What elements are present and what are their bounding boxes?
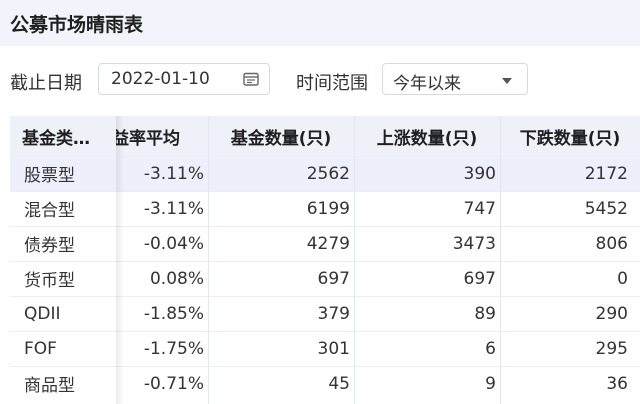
column-divider [500,116,501,404]
cell-fall-count: 295 [595,338,628,359]
column-divider [208,116,209,404]
column-divider [354,116,355,404]
table-row[interactable]: 债券型 -0.04% 4279 3473 806 [10,226,640,261]
cell-fall-count: 36 [606,373,628,394]
page-title: 公募市场晴雨表 [10,13,144,36]
table-row[interactable]: 货币型 0.08% 697 697 0 [10,261,640,296]
cell-fund-type: 商品型 [24,376,75,396]
column-header-rise-count[interactable]: 上涨数量(只) [354,116,500,156]
cell-fund-count: 379 [317,303,350,324]
cell-rise-count: 9 [485,373,496,394]
cell-rise-count: 6 [485,338,496,359]
row-divider [10,366,640,367]
row-divider [10,156,640,157]
cell-fund-type: 货币型 [24,271,75,291]
table-row[interactable]: FOF -1.75% 301 6 295 [10,331,640,366]
date-picker[interactable]: 2022-01-10 [98,63,270,95]
table-row[interactable]: QDII -1.85% 379 89 290 [10,296,640,331]
cell-rise-count: 89 [474,303,496,324]
date-label: 截止日期 [10,73,82,94]
cell-fund-count: 45 [328,373,350,394]
table-row[interactable]: 混合型 -3.11% 6199 747 5452 [10,191,640,226]
filter-bar: 截止日期 2022-01-10 时间范围 今年以来 [0,60,640,100]
row-divider [10,191,640,192]
cell-fund-count: 2562 [306,163,350,184]
cell-avg-return: -1.75% [143,338,204,359]
cell-fund-type: 股票型 [24,166,75,186]
time-range-select[interactable]: 今年以来 [382,63,528,95]
time-range-value: 今年以来 [393,74,461,94]
cell-rise-count: 3473 [452,233,496,254]
cell-rise-count: 697 [463,268,496,289]
row-divider [10,226,640,227]
cell-fund-count: 301 [317,338,350,359]
cell-fund-count: 697 [317,268,350,289]
cell-avg-return: -3.11% [143,163,204,184]
cell-fall-count: 2172 [584,163,628,184]
cell-fund-count: 4279 [306,233,350,254]
date-value: 2022-01-10 [111,69,210,89]
cell-rise-count: 390 [463,163,496,184]
cell-fund-count: 6199 [306,198,350,219]
cell-fund-type: QDII [24,303,61,324]
cell-avg-return: -1.85% [143,303,204,324]
range-label: 时间范围 [296,73,368,94]
cell-fund-type: 债券型 [24,236,75,256]
cell-fund-type: 混合型 [24,201,75,221]
row-divider [10,331,640,332]
row-divider [10,261,640,262]
table-header-row: 基金类… 益率平均 基金数量(只) 上涨数量(只) 下跌数量(只) [10,116,640,156]
cell-fall-count: 806 [595,233,628,254]
column-header-fall-count[interactable]: 下跌数量(只) [500,116,640,156]
column-header-fund-count[interactable]: 基金数量(只) [208,116,354,156]
frozen-column-shadow [116,116,124,404]
table-row[interactable]: 股票型 -3.11% 2562 390 2172 [10,156,640,191]
cell-avg-return: -3.11% [143,198,204,219]
cell-avg-return: -0.71% [143,373,204,394]
table-row[interactable]: 商品型 -0.71% 45 9 36 [10,366,640,401]
cell-rise-count: 747 [463,198,496,219]
cell-fall-count: 0 [617,268,628,289]
cell-fund-type: FOF [24,338,57,359]
column-header-fund-type[interactable]: 基金类… [10,116,116,156]
calendar-icon [243,72,259,86]
cell-fall-count: 5452 [584,198,628,219]
page-header: 公募市场晴雨表 [0,0,640,46]
cell-fall-count: 290 [595,303,628,324]
column-header-avg-return[interactable]: 益率平均 [116,116,208,156]
cell-avg-return: 0.08% [149,268,204,289]
chevron-down-icon [502,78,512,84]
row-divider [10,296,640,297]
cell-avg-return: -0.04% [143,233,204,254]
